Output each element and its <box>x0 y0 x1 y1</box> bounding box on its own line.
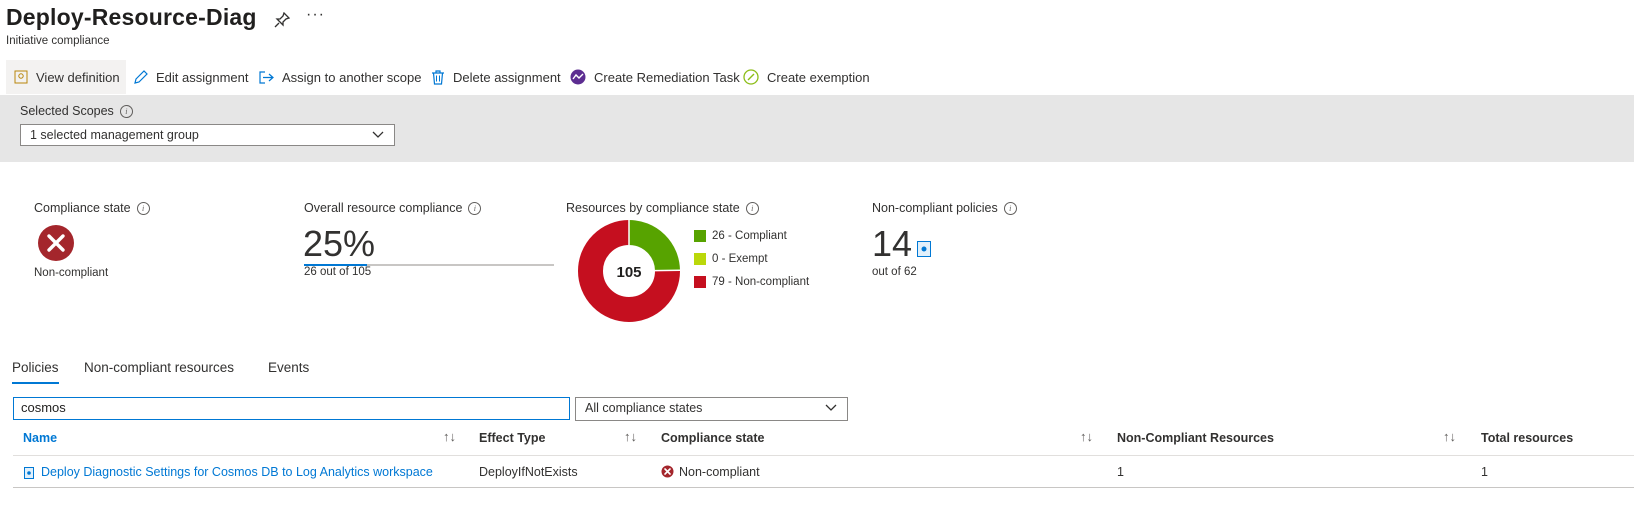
overall-compliance-percent: 25% <box>303 223 376 264</box>
legend-swatch <box>694 253 706 265</box>
page-subtitle: Initiative compliance <box>6 35 110 47</box>
remediation-icon <box>570 69 586 85</box>
row-divider <box>13 487 1634 488</box>
total-resources-cell: 1 <box>1481 465 1488 479</box>
sort-icon[interactable]: ↑↓ <box>443 429 456 444</box>
legend-non-compliant: 79 - Non-compliant <box>694 274 809 290</box>
policy-document-icon <box>917 241 931 257</box>
tab-policies[interactable]: Policies <box>12 360 59 375</box>
sort-icon[interactable]: ↑↓ <box>1443 429 1456 444</box>
overall-compliance-title: Overall resource compliance <box>304 201 463 215</box>
assign-scope-button[interactable]: Assign to another scope <box>258 60 421 94</box>
column-header-total-resources[interactable]: Total resources <box>1481 431 1573 445</box>
compliance-state-filter[interactable]: All compliance states <box>575 397 848 421</box>
assign-scope-label: Assign to another scope <box>282 69 422 85</box>
info-icon: i <box>1003 202 1017 216</box>
page-title: Deploy-Resource-Diag <box>6 4 257 30</box>
create-remediation-button[interactable]: Create Remediation Task <box>570 60 740 94</box>
chevron-down-icon <box>372 131 384 138</box>
scope-dropdown-value: 1 selected management group <box>30 128 199 142</box>
pencil-icon <box>134 69 148 84</box>
legend-swatch <box>694 230 706 242</box>
info-icon: i <box>136 202 150 216</box>
donut-legend: 26 - Compliant 0 - Exempt 79 - Non-compl… <box>694 228 809 290</box>
selected-scopes-text: Selected Scopes <box>20 104 114 118</box>
delete-assignment-button[interactable]: Delete assignment <box>431 60 561 94</box>
header-divider <box>13 455 1634 456</box>
assign-scope-icon <box>259 70 274 84</box>
info-icon: i <box>119 105 133 119</box>
overall-compliance-detail: 26 out of 105 <box>304 266 372 278</box>
create-exemption-button[interactable]: Create exemption <box>743 60 870 94</box>
pin-icon[interactable] <box>274 12 290 28</box>
edit-assignment-label: Edit assignment <box>156 69 249 85</box>
compliance-state-value: Non-compliant <box>34 267 109 279</box>
sort-icon[interactable]: ↑↓ <box>1080 429 1093 444</box>
create-exemption-label: Create exemption <box>767 69 870 85</box>
trash-icon <box>432 69 444 85</box>
noncompliant-resources-cell: 1 <box>1117 465 1124 479</box>
more-options-button[interactable]: ··· <box>306 6 325 24</box>
column-header-noncompliant-resources[interactable]: Non-Compliant Resources <box>1117 431 1274 445</box>
non-compliant-icon <box>661 465 674 478</box>
effect-type-cell: DeployIfNotExists <box>479 465 578 479</box>
noncompliant-policies-label: Non-compliant policies i <box>872 201 1017 216</box>
info-icon: i <box>745 202 759 216</box>
donut-total: 105 <box>616 264 641 281</box>
delete-assignment-label: Delete assignment <box>453 69 561 85</box>
policy-icon <box>24 467 34 479</box>
column-header-name[interactable]: Name <box>23 431 57 445</box>
create-remediation-label: Create Remediation Task <box>594 69 740 85</box>
info-icon: i <box>468 202 482 216</box>
legend-non-compliant-label: 79 - Non-compliant <box>712 276 810 288</box>
column-header-compliance-state[interactable]: Compliance state <box>661 431 765 445</box>
policy-search-input[interactable]: cosmos <box>13 397 570 420</box>
compliance-state-cell: Non-compliant <box>679 465 760 479</box>
noncompliant-policies-title: Non-compliant policies <box>872 201 998 215</box>
command-bar: View definition Edit assignment Assign t… <box>0 60 1634 94</box>
resources-by-state-title: Resources by compliance state <box>566 201 740 215</box>
overall-compliance-label: Overall resource compliance i <box>304 201 482 216</box>
exemption-icon <box>743 69 759 85</box>
legend-exempt-label: 0 - Exempt <box>712 253 768 265</box>
column-header-effect-type[interactable]: Effect Type <box>479 431 545 445</box>
legend-compliant: 26 - Compliant <box>694 228 809 244</box>
tab-non-compliant-resources[interactable]: Non-compliant resources <box>84 360 234 375</box>
policy-name-link[interactable]: Deploy Diagnostic Settings for Cosmos DB… <box>41 465 433 479</box>
compliance-state-label: Compliance state i <box>34 201 150 216</box>
legend-swatch <box>694 276 706 288</box>
non-compliant-status-icon <box>38 225 74 261</box>
tab-events[interactable]: Events <box>268 360 309 375</box>
noncompliant-policies-count: 14 <box>872 223 913 264</box>
view-definition-button[interactable]: View definition <box>6 60 126 94</box>
noncompliant-policies-detail: out of 62 <box>872 266 917 278</box>
resources-by-state-label: Resources by compliance state i <box>566 201 759 216</box>
selected-scopes-label: Selected Scopes i <box>20 104 133 119</box>
compliance-state-filter-value: All compliance states <box>585 401 703 415</box>
legend-exempt: 0 - Exempt <box>694 251 809 267</box>
scope-dropdown[interactable]: 1 selected management group <box>20 124 395 146</box>
legend-compliant-label: 26 - Compliant <box>712 230 787 242</box>
edit-assignment-button[interactable]: Edit assignment <box>133 60 249 94</box>
active-tab-indicator <box>12 382 59 384</box>
chevron-down-icon <box>825 404 837 411</box>
view-definition-icon <box>14 70 28 84</box>
compliance-state-title: Compliance state <box>34 201 131 215</box>
sort-icon[interactable]: ↑↓ <box>624 429 637 444</box>
compliance-donut-chart: 105 <box>578 220 680 322</box>
view-definition-label: View definition <box>36 69 120 85</box>
